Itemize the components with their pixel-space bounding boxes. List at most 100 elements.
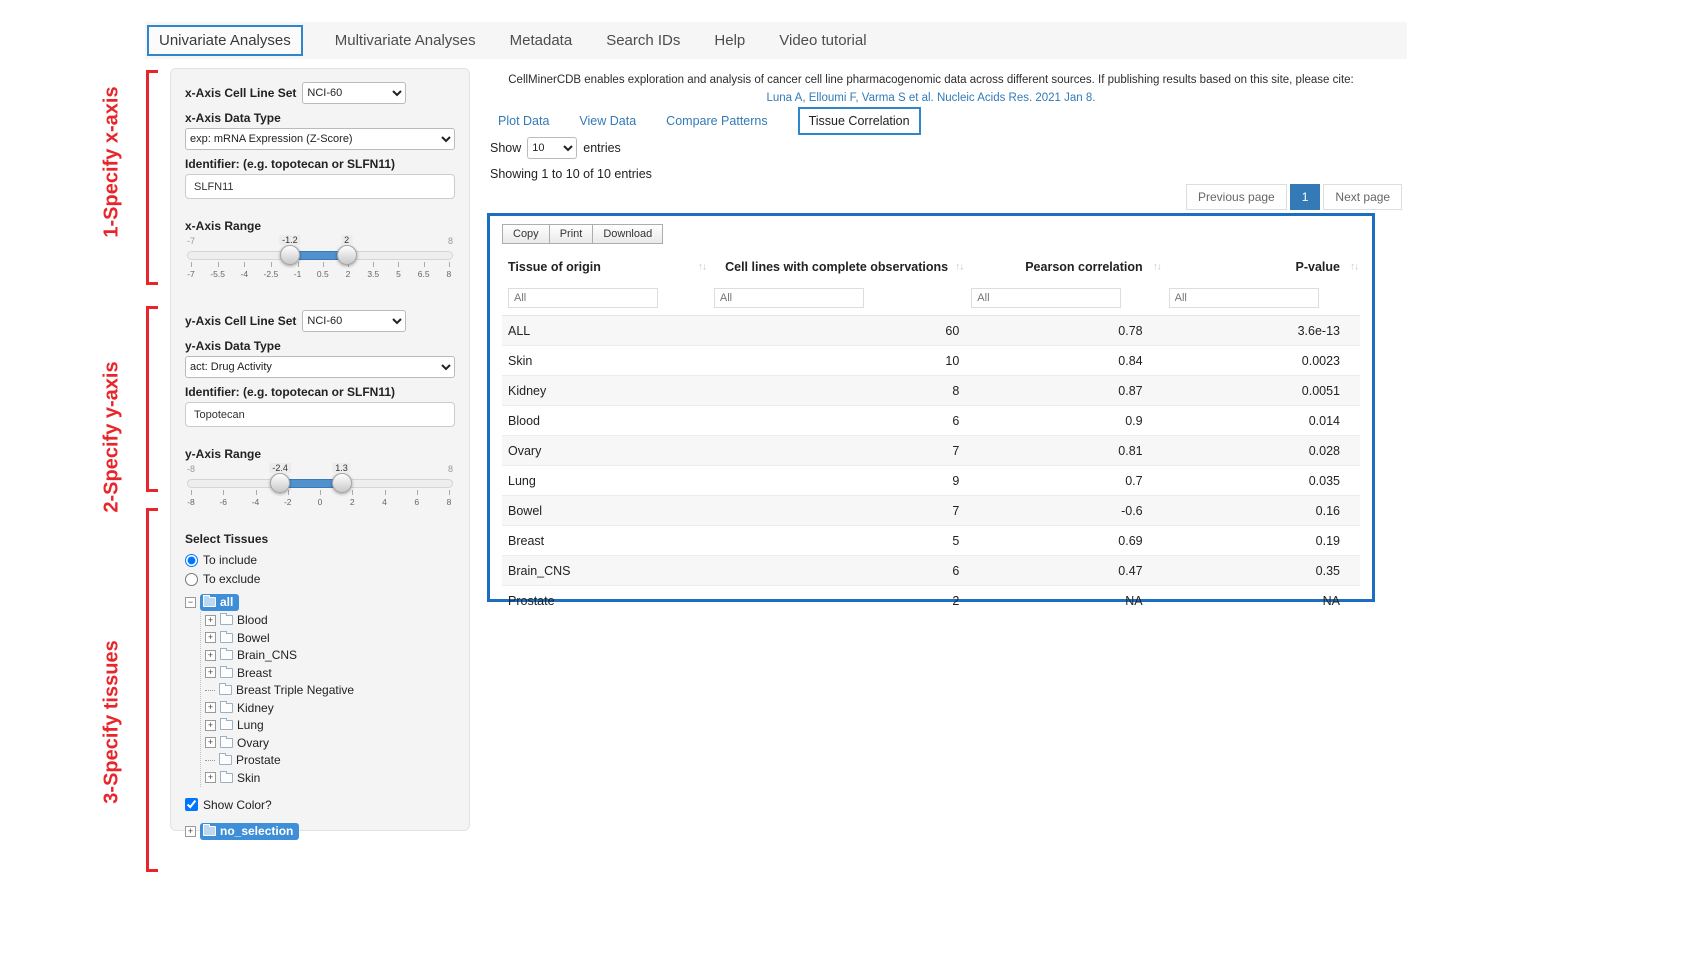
expand-icon[interactable] xyxy=(205,702,216,713)
nav-tab-help[interactable]: Help xyxy=(712,25,747,56)
x-tick: 5 xyxy=(394,269,402,279)
tissue-exclude-option[interactable]: To exclude xyxy=(185,572,455,586)
expand-icon[interactable] xyxy=(205,737,216,748)
cell-tissue: Skin xyxy=(502,346,708,376)
folder-icon xyxy=(203,826,216,836)
tree-node-ovary[interactable]: Ovary xyxy=(205,734,455,752)
tree-node-skin[interactable]: Skin xyxy=(205,769,455,787)
include-radio[interactable] xyxy=(185,554,198,567)
previous-page-button[interactable]: Previous page xyxy=(1186,184,1287,210)
table-row[interactable]: Ovary 7 0.81 0.028 xyxy=(502,436,1360,466)
page-1-button[interactable]: 1 xyxy=(1290,184,1321,210)
table-row[interactable]: Blood 6 0.9 0.014 xyxy=(502,406,1360,436)
tab-view-data[interactable]: View Data xyxy=(579,114,636,128)
tree-node-label: Breast xyxy=(237,666,272,680)
tissue-include-option[interactable]: To include xyxy=(185,553,455,567)
y-cell-line-set-select[interactable]: NCI-60 xyxy=(302,310,406,332)
col-header-pearson-correlation[interactable]: Pearson correlation xyxy=(965,253,1162,281)
nav-tab-video-tutorial[interactable]: Video tutorial xyxy=(777,25,868,56)
nav-tab-multivariate-analyses[interactable]: Multivariate Analyses xyxy=(333,25,478,56)
tree-node-kidney[interactable]: Kidney xyxy=(205,699,455,717)
cell-tissue: ALL xyxy=(502,316,708,346)
tree-node-bowel[interactable]: Bowel xyxy=(205,629,455,647)
table-row[interactable]: Prostate 2 NA NA xyxy=(502,586,1360,616)
table-row[interactable]: Bowel 7 -0.6 0.16 xyxy=(502,496,1360,526)
folder-icon xyxy=(220,633,233,643)
x-slider-handle-low[interactable] xyxy=(280,245,300,265)
next-page-button[interactable]: Next page xyxy=(1323,184,1402,210)
x-slider-handle-high[interactable] xyxy=(337,245,357,265)
print-button[interactable]: Print xyxy=(549,224,594,244)
tree-node-no-selection-selected[interactable]: no_selection xyxy=(200,823,299,840)
cell-count: 10 xyxy=(708,346,965,376)
cell-count: 5 xyxy=(708,526,965,556)
collapse-icon[interactable] xyxy=(185,597,196,608)
tree-node-no-selection[interactable]: no_selection xyxy=(185,823,455,841)
filter-tissue-input[interactable] xyxy=(508,288,658,308)
expand-icon[interactable] xyxy=(205,667,216,678)
y-tick: -2 xyxy=(284,497,292,507)
expand-icon[interactable] xyxy=(205,720,216,731)
expand-icon[interactable] xyxy=(205,650,216,661)
expand-icon[interactable] xyxy=(185,826,196,837)
tree-node-lung[interactable]: Lung xyxy=(205,717,455,735)
cell-pearson: 0.84 xyxy=(965,346,1162,376)
show-color-checkbox[interactable] xyxy=(185,798,198,811)
col-header-p-value[interactable]: P-value xyxy=(1163,253,1360,281)
filter-p-value-input[interactable] xyxy=(1169,288,1319,308)
expand-icon[interactable] xyxy=(205,615,216,626)
result-tabs: Plot Data View Data Compare Patterns Tis… xyxy=(498,107,921,135)
cell-p-value: 3.6e-13 xyxy=(1163,316,1360,346)
tree-node-breast-triple-negative[interactable]: Breast Triple Negative xyxy=(205,682,455,700)
table-row[interactable]: ALL 60 0.78 3.6e-13 xyxy=(502,316,1360,346)
y-identifier-input[interactable] xyxy=(185,402,455,427)
show-color-option[interactable]: Show Color? xyxy=(185,798,455,812)
table-row[interactable]: Brain_CNS 6 0.47 0.35 xyxy=(502,556,1360,586)
y-range-to-label: 1.3 xyxy=(332,463,351,473)
col-header-label: P-value xyxy=(1296,260,1340,274)
download-button[interactable]: Download xyxy=(592,224,663,244)
y-range-label: y-Axis Range xyxy=(185,447,455,461)
tree-node-brain-cns[interactable]: Brain_CNS xyxy=(205,647,455,665)
sort-icon xyxy=(698,262,706,273)
sort-icon xyxy=(1153,262,1161,273)
nav-tab-search-ids[interactable]: Search IDs xyxy=(604,25,682,56)
table-row[interactable]: Skin 10 0.84 0.0023 xyxy=(502,346,1360,376)
filter-cell-lines-input[interactable] xyxy=(714,288,864,308)
col-header-tissue-of-origin[interactable]: Tissue of origin xyxy=(502,253,708,281)
cell-count: 8 xyxy=(708,376,965,406)
cell-tissue: Ovary xyxy=(502,436,708,466)
filter-pearson-input[interactable] xyxy=(971,288,1121,308)
folder-icon xyxy=(220,738,233,748)
nav-tab-univariate-analyses[interactable]: Univariate Analyses xyxy=(147,25,303,56)
tree-node-prostate[interactable]: Prostate xyxy=(205,752,455,770)
expand-icon[interactable] xyxy=(205,772,216,783)
col-header-cell-lines[interactable]: Cell lines with complete observations xyxy=(708,253,965,281)
tab-plot-data[interactable]: Plot Data xyxy=(498,114,549,128)
nav-tab-metadata[interactable]: Metadata xyxy=(508,25,575,56)
table-row[interactable]: Lung 9 0.7 0.035 xyxy=(502,466,1360,496)
table-row[interactable]: Breast 5 0.69 0.19 xyxy=(502,526,1360,556)
x-data-type-select[interactable]: exp: mRNA Expression (Z-Score) xyxy=(185,128,455,150)
copy-button[interactable]: Copy xyxy=(502,224,550,244)
tab-compare-patterns[interactable]: Compare Patterns xyxy=(666,114,767,128)
y-range-slider: -8 8 -2.4 1.3 -8 -6 -4 -2 0 2 4 6 8 xyxy=(187,464,453,514)
citation-link[interactable]: Luna A, Elloumi F, Varma S et al. Nuclei… xyxy=(487,90,1375,108)
tab-tissue-correlation[interactable]: Tissue Correlation xyxy=(798,107,921,135)
y-data-type-select[interactable]: act: Drug Activity xyxy=(185,356,455,378)
expand-icon[interactable] xyxy=(205,632,216,643)
tree-node-breast[interactable]: Breast xyxy=(205,664,455,682)
tree-node-all-selected[interactable]: all xyxy=(200,594,239,611)
x-cell-line-set-select[interactable]: NCI-60 xyxy=(302,82,406,104)
exclude-radio[interactable] xyxy=(185,573,198,586)
tree-node-all[interactable]: all xyxy=(185,594,455,612)
table-row[interactable]: Kidney 8 0.87 0.0051 xyxy=(502,376,1360,406)
cell-tissue: Blood xyxy=(502,406,708,436)
page-length-select[interactable]: 10 xyxy=(527,137,577,159)
y-slider-handle-high[interactable] xyxy=(332,473,352,493)
tree-node-blood[interactable]: Blood xyxy=(205,612,455,630)
x-identifier-input[interactable] xyxy=(185,174,455,199)
y-slider-handle-low[interactable] xyxy=(270,473,290,493)
filter-row xyxy=(502,281,1360,316)
cell-count: 9 xyxy=(708,466,965,496)
